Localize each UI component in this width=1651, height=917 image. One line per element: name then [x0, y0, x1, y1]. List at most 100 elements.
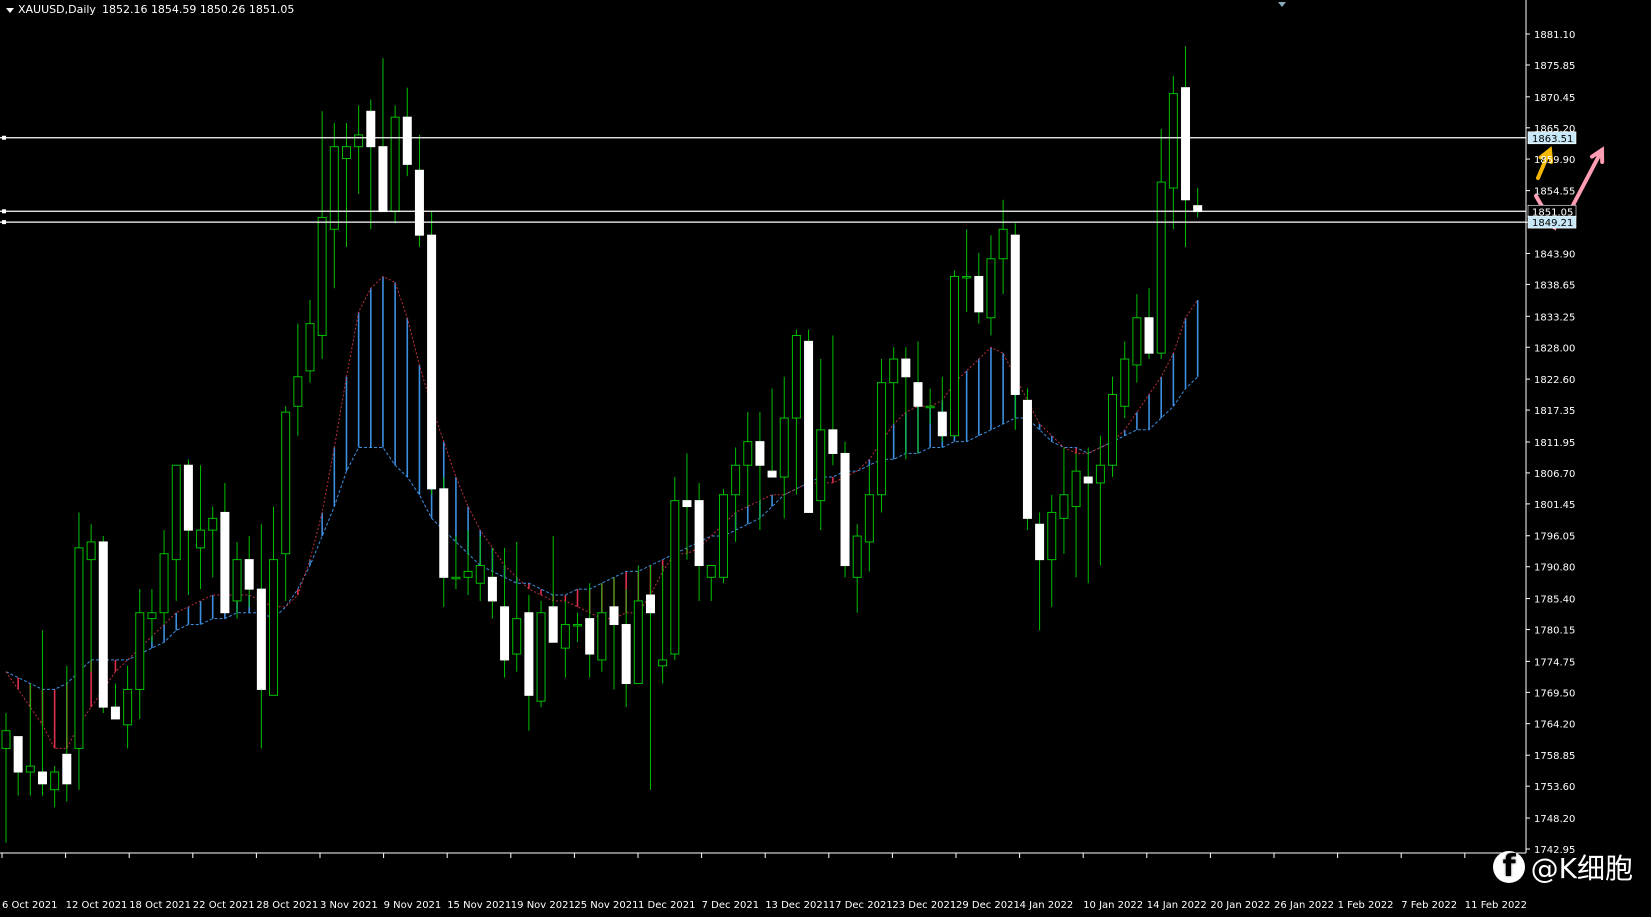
date-tick-label: 7 Dec 2021	[702, 900, 760, 911]
date-tick-label: 4 Jan 2022	[1020, 900, 1074, 911]
date-tick-label: 1 Dec 2021	[638, 900, 696, 911]
price-tick-label: 1748.20	[1534, 814, 1575, 825]
candle-body	[706, 565, 716, 578]
candle-body	[1022, 399, 1032, 519]
candle-body	[500, 606, 510, 661]
candle-body	[609, 606, 619, 626]
candle-body	[804, 340, 814, 513]
candle-body	[816, 429, 826, 502]
price-tick-label: 1806.70	[1534, 469, 1575, 480]
price-tick-label: 1843.90	[1534, 249, 1575, 260]
price-tick-label: 1854.55	[1534, 187, 1575, 198]
candle-body	[901, 358, 911, 378]
candle-body	[767, 470, 777, 478]
candle-body	[597, 612, 607, 661]
candle-body	[439, 488, 449, 578]
candle-body	[1120, 358, 1130, 407]
candle-body	[645, 594, 655, 614]
candle-body	[1083, 476, 1093, 484]
candle-body	[13, 736, 23, 773]
price-tick-label: 1796.05	[1534, 532, 1575, 543]
price-label-text: 1849.21	[1532, 218, 1573, 229]
candle-body	[1144, 317, 1154, 354]
candle-body	[232, 559, 242, 602]
price-tick-label: 1780.15	[1534, 626, 1575, 637]
date-tick-label: 1 Feb 2022	[1338, 900, 1394, 911]
hline-handle-icon	[2, 209, 6, 214]
date-tick-label: 26 Jan 2022	[1274, 900, 1334, 911]
candle-body	[305, 323, 315, 372]
candle-body	[390, 116, 400, 213]
date-tick-label: 10 Jan 2022	[1083, 900, 1143, 911]
price-chart[interactable]: 1881.101875.851870.451865.201859.901854.…	[0, 0, 1651, 917]
date-tick-label: 20 Jan 2022	[1210, 900, 1270, 911]
date-tick-label: 29 Dec 2021	[956, 900, 1020, 911]
candle-body	[37, 771, 47, 785]
candle-body	[1132, 317, 1142, 366]
date-tick-label: 25 Nov 2021	[574, 900, 638, 911]
candle-body	[694, 500, 704, 567]
candle-body	[475, 565, 485, 584]
date-tick-label: 3 Nov 2021	[320, 900, 378, 911]
candle-body	[925, 405, 935, 409]
candle-body	[159, 553, 169, 614]
price-tick-label: 1790.80	[1534, 563, 1575, 574]
candle-body	[269, 559, 279, 696]
candle-body	[25, 765, 35, 773]
watermark-text: @K细胞	[1530, 852, 1633, 885]
price-tick-label: 1822.60	[1534, 375, 1575, 386]
candle-body	[354, 134, 364, 148]
price-tick-label: 1838.65	[1534, 280, 1575, 291]
candle-body	[633, 600, 643, 685]
candle-body	[293, 376, 303, 407]
candle-body	[1, 730, 11, 749]
candle-body	[98, 541, 108, 708]
candle-body	[110, 706, 120, 720]
date-tick-label: 14 Jan 2022	[1147, 900, 1207, 911]
candle-body	[1095, 464, 1105, 484]
candle-body	[949, 275, 959, 437]
candle-body	[208, 517, 218, 531]
watermark: f @K细胞	[1492, 847, 1633, 887]
chart-window[interactable]: 1881.10 1875.85 1870.45 1865.20 1859.90 1854.…	[0, 0, 1651, 917]
candle-body	[913, 382, 923, 407]
date-tick-label: 6 Oct 2021	[2, 900, 57, 911]
candle-body	[171, 464, 181, 561]
candle-body	[414, 169, 424, 236]
date-tick-label: 12 Oct 2021	[66, 900, 128, 911]
price-tick-label: 1875.85	[1534, 61, 1575, 72]
price-tick-label: 1758.85	[1534, 751, 1575, 762]
price-tick-label: 1753.60	[1534, 782, 1575, 793]
candle-body	[791, 334, 801, 419]
date-tick-label: 18 Oct 2021	[129, 900, 191, 911]
candle-body	[864, 494, 874, 543]
candle-body	[50, 771, 60, 791]
candle-body	[220, 511, 230, 614]
price-tick-label: 1833.25	[1534, 312, 1575, 323]
candle-body	[62, 753, 72, 785]
candle-body	[779, 417, 789, 478]
dropdown-triangle-icon[interactable]	[6, 7, 14, 13]
candle-body	[658, 659, 668, 667]
candle-body	[840, 452, 850, 567]
candle-body	[86, 541, 96, 561]
date-axis: 6 Oct 2021 12 Oct 2021 18 Oct 2021 22 Oct 2…	[1, 853, 1527, 911]
facebook-icon: f	[1492, 849, 1525, 884]
candle-body	[1156, 181, 1166, 354]
candle-body	[135, 612, 145, 690]
candle-body	[962, 275, 972, 279]
candle-body	[1035, 523, 1045, 561]
price-tick-label: 1785.40	[1534, 595, 1575, 606]
price-tick-label: 1769.50	[1534, 688, 1575, 699]
candle-body	[1108, 393, 1118, 466]
price-label-text: 1863.51	[1532, 134, 1573, 145]
price-tick-label: 1881.10	[1534, 30, 1575, 41]
candle-body	[183, 464, 193, 531]
candle-body	[974, 275, 984, 313]
candle-body	[281, 411, 291, 555]
candle-body	[317, 216, 327, 336]
symbol-label: XAUUSD,Daily	[18, 3, 96, 16]
price-tick-label: 1774.75	[1534, 657, 1575, 668]
candle-body	[536, 612, 546, 702]
price-tick-label: 1764.20	[1534, 720, 1575, 731]
